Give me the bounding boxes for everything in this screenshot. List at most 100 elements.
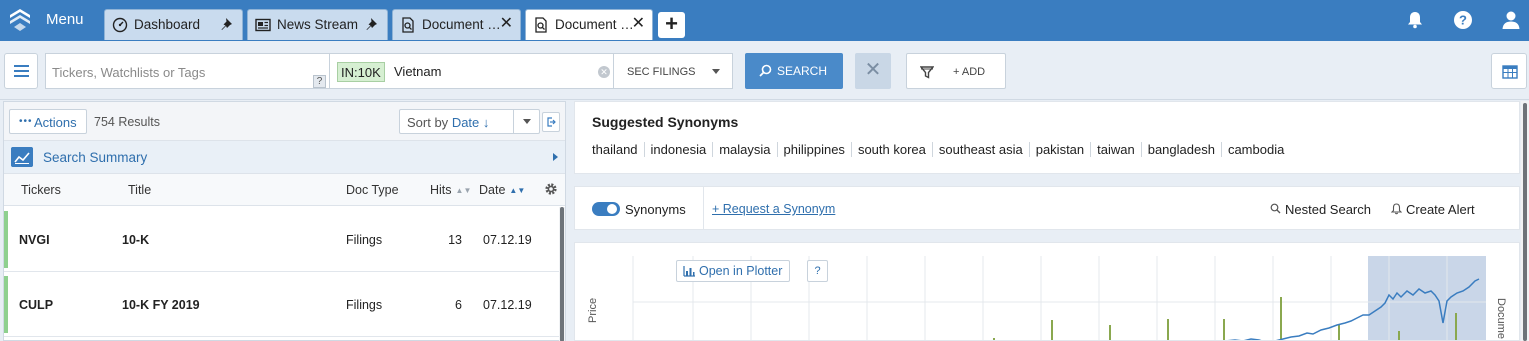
dashboard-icon bbox=[112, 17, 128, 33]
row-hits: 13 bbox=[448, 233, 462, 247]
row-doc-type: Filings bbox=[346, 298, 383, 312]
results-count: 754 Results bbox=[94, 115, 161, 129]
new-tab-button[interactable]: + bbox=[658, 12, 685, 38]
col-hits[interactable]: Hits ▲▼ bbox=[430, 183, 471, 197]
pin-icon[interactable] bbox=[365, 16, 381, 32]
query-input[interactable]: IN:10K Vietnam ✕ bbox=[329, 53, 614, 89]
search-summary-label: Search Summary bbox=[43, 150, 148, 165]
filter-tag[interactable]: IN:10K bbox=[337, 62, 385, 82]
close-icon[interactable]: ✕ bbox=[500, 16, 513, 32]
table-view-button[interactable] bbox=[1491, 53, 1527, 89]
selected-range[interactable] bbox=[1368, 256, 1486, 341]
chevron-down-icon bbox=[523, 119, 531, 124]
synonyms-toggle-label: Synonyms bbox=[625, 202, 686, 217]
ticker-search-input[interactable]: Tickers, Watchlists or Tags bbox=[45, 53, 329, 89]
synonym-item[interactable]: pakistan bbox=[1028, 142, 1090, 157]
svg-text:?: ? bbox=[1459, 13, 1467, 28]
y-axis-left-label: Price bbox=[587, 297, 599, 323]
col-doc-type[interactable]: Doc Type bbox=[346, 183, 399, 197]
synonym-item[interactable]: bangladesh bbox=[1140, 142, 1221, 157]
sort-icon: ▲▼ bbox=[455, 186, 472, 195]
gear-icon[interactable] bbox=[544, 182, 558, 196]
tab-label: Document … bbox=[422, 17, 501, 32]
sort-select[interactable]: Sort by Date ↓ bbox=[399, 109, 540, 134]
y-axis-right-label: Docume bbox=[1495, 298, 1507, 339]
clear-query-icon[interactable]: ✕ bbox=[598, 66, 610, 78]
scope-select[interactable]: SEC FILINGS bbox=[613, 53, 733, 89]
tab-dashboard[interactable]: Dashboard bbox=[104, 9, 243, 40]
synonym-item[interactable]: malaysia bbox=[712, 142, 776, 157]
table-row[interactable]: NVGI 10-K Filings 13 07.12.19 bbox=[4, 207, 559, 272]
search-toolbar: Tickers, Watchlists or Tags ? IN:10K Vie… bbox=[0, 41, 1529, 100]
clear-search-button[interactable]: ✕ bbox=[855, 53, 891, 89]
synonym-item[interactable]: south korea bbox=[850, 142, 932, 157]
synonyms-toggle[interactable] bbox=[592, 202, 620, 216]
bell-icon bbox=[1391, 203, 1402, 215]
bar-chart-icon bbox=[683, 266, 695, 277]
app-logo-icon[interactable] bbox=[8, 7, 32, 33]
ticker-help-button[interactable]: ? bbox=[313, 75, 326, 88]
search-button-label: SEARCH bbox=[777, 64, 828, 78]
tab-document-1[interactable]: Document … ✕ bbox=[392, 9, 521, 40]
collapse-panel-button[interactable] bbox=[542, 112, 560, 132]
row-doc-type: Filings bbox=[346, 233, 383, 247]
tab-label: News Stream bbox=[277, 17, 359, 32]
row-date: 07.12.19 bbox=[483, 298, 532, 312]
main-scrollbar[interactable] bbox=[1521, 101, 1529, 341]
col-tickers[interactable]: Tickers bbox=[21, 183, 61, 197]
tab-news-stream[interactable]: News Stream bbox=[247, 9, 388, 40]
news-icon bbox=[255, 18, 271, 32]
tab-label: Document … bbox=[555, 17, 634, 32]
close-icon[interactable]: ✕ bbox=[632, 16, 645, 32]
search-button[interactable]: SEARCH bbox=[745, 53, 843, 89]
synonyms-title: Suggested Synonyms bbox=[592, 114, 739, 130]
synonym-item[interactable]: taiwan bbox=[1090, 142, 1141, 157]
more-icon: ••• bbox=[19, 116, 33, 127]
actions-label: Actions bbox=[34, 115, 77, 130]
chart-help-button[interactable]: ? bbox=[807, 260, 828, 282]
open-in-plotter-label: Open in Plotter bbox=[699, 264, 783, 278]
open-in-plotter-button[interactable]: Open in Plotter bbox=[676, 260, 791, 282]
results-scrollbar[interactable] bbox=[560, 207, 564, 341]
document-search-icon bbox=[402, 17, 414, 33]
row-indicator bbox=[4, 276, 8, 333]
add-filter-button[interactable]: + ADD bbox=[906, 53, 1006, 89]
summary-chart-icon bbox=[11, 147, 33, 167]
table-icon bbox=[1502, 65, 1518, 79]
search-options-bar: Synonyms + Request a Synonym Nested Sear… bbox=[574, 186, 1520, 230]
table-row[interactable]: CULP 10-K FY 2019 Filings 6 07.12.19 bbox=[4, 272, 559, 337]
search-icon bbox=[759, 64, 772, 77]
row-indicator bbox=[4, 211, 8, 268]
chart-canvas[interactable] bbox=[575, 243, 1520, 341]
synonym-item[interactable]: indonesia bbox=[643, 142, 713, 157]
results-panel: ••• Actions 754 Results Sort by Date ↓ S… bbox=[3, 101, 566, 341]
row-title[interactable]: 10-K FY 2019 bbox=[122, 298, 200, 312]
document-search-icon bbox=[535, 17, 547, 33]
row-title[interactable]: 10-K bbox=[122, 233, 149, 247]
create-alert-label: Create Alert bbox=[1406, 202, 1475, 217]
row-ticker: NVGI bbox=[19, 233, 50, 247]
create-alert-button[interactable]: Create Alert bbox=[1391, 202, 1475, 217]
add-filter-label: + ADD bbox=[953, 66, 986, 78]
synonym-item[interactable]: southeast asia bbox=[931, 142, 1029, 157]
col-title[interactable]: Title bbox=[128, 183, 151, 197]
tab-document-2[interactable]: Document … ✕ bbox=[525, 9, 653, 40]
request-synonym-link[interactable]: + Request a Synonym bbox=[712, 202, 835, 216]
user-icon[interactable] bbox=[1501, 10, 1521, 30]
nested-search-button[interactable]: Nested Search bbox=[1270, 202, 1371, 217]
col-date[interactable]: Date ▲▼ bbox=[479, 183, 525, 197]
synonym-item[interactable]: philippines bbox=[776, 142, 851, 157]
query-text[interactable]: Vietnam bbox=[394, 64, 441, 79]
row-hits: 6 bbox=[455, 298, 462, 312]
hamburger-button[interactable] bbox=[4, 53, 38, 89]
menu-button[interactable]: Menu bbox=[46, 11, 84, 28]
bell-icon[interactable] bbox=[1405, 10, 1425, 30]
search-summary-row[interactable]: Search Summary bbox=[4, 141, 565, 174]
chevron-down-icon bbox=[712, 69, 720, 74]
actions-button[interactable]: ••• Actions bbox=[9, 109, 87, 134]
pin-icon[interactable] bbox=[220, 16, 236, 32]
synonym-item[interactable]: cambodia bbox=[1220, 142, 1290, 157]
synonym-item[interactable]: thailand bbox=[592, 142, 644, 157]
help-icon[interactable]: ? bbox=[1453, 10, 1473, 30]
sort-icon: ▲▼ bbox=[509, 186, 526, 195]
